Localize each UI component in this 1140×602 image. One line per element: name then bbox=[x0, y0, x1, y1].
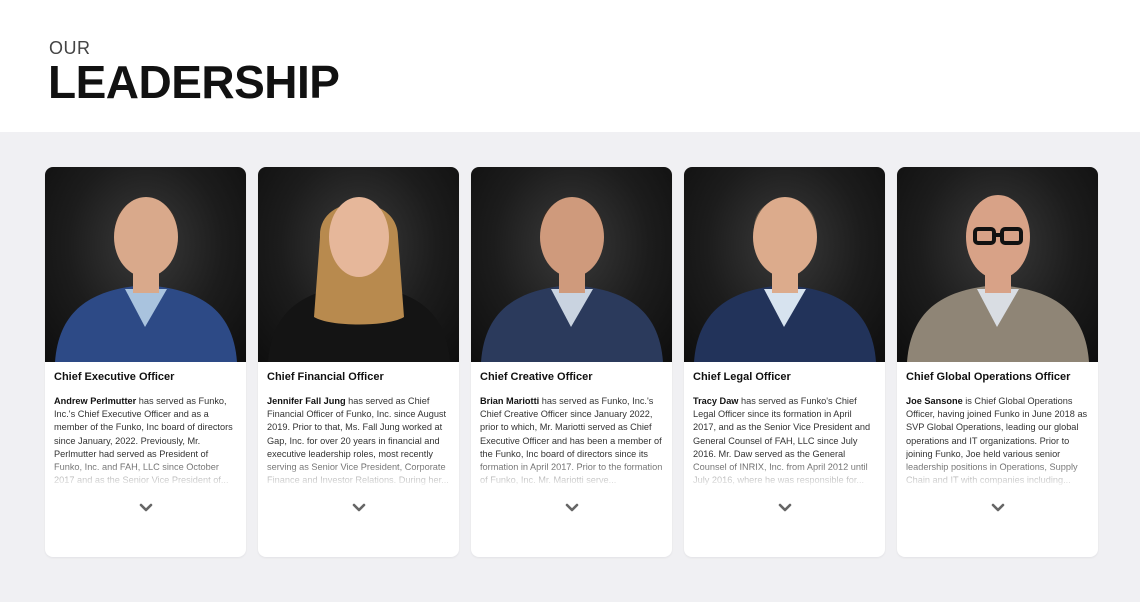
leader-card: Chief Legal Officer Tracy Daw has served… bbox=[684, 167, 885, 557]
page-title: LEADERSHIP bbox=[48, 56, 340, 108]
portrait-graphic bbox=[55, 197, 237, 362]
portrait-graphic bbox=[481, 197, 663, 362]
bio-fade bbox=[258, 457, 459, 493]
chevron-down-icon[interactable] bbox=[776, 501, 794, 515]
leadership-cards: Chief Executive Officer Andrew Perlmutte… bbox=[45, 167, 1098, 557]
leader-name: Jennifer Fall Jung bbox=[267, 396, 346, 406]
leader-photo bbox=[897, 167, 1098, 362]
leader-card: Chief Executive Officer Andrew Perlmutte… bbox=[45, 167, 246, 557]
chevron-down-icon[interactable] bbox=[563, 501, 581, 515]
leader-name: Joe Sansone bbox=[906, 396, 963, 406]
portrait-graphic bbox=[268, 197, 450, 362]
leader-photo bbox=[258, 167, 459, 362]
portrait-graphic bbox=[907, 195, 1089, 362]
leader-role: Chief Global Operations Officer bbox=[906, 371, 1071, 383]
leader-card: Chief Global Operations Officer Joe Sans… bbox=[897, 167, 1098, 557]
leader-photo bbox=[471, 167, 672, 362]
portrait-graphic bbox=[694, 197, 876, 362]
leader-name: Tracy Daw bbox=[693, 396, 739, 406]
leader-card: Chief Creative Officer Brian Mariotti ha… bbox=[471, 167, 672, 557]
page-header: OUR LEADERSHIP bbox=[0, 0, 1140, 132]
leader-name: Brian Mariotti bbox=[480, 396, 540, 406]
leader-photo bbox=[45, 167, 246, 362]
bio-fade bbox=[684, 457, 885, 493]
chevron-down-icon[interactable] bbox=[989, 501, 1007, 515]
leader-role: Chief Executive Officer bbox=[54, 371, 175, 383]
bio-fade bbox=[45, 457, 246, 493]
chevron-down-icon[interactable] bbox=[137, 501, 155, 515]
leader-role: Chief Financial Officer bbox=[267, 371, 384, 383]
leader-role: Chief Creative Officer bbox=[480, 371, 593, 383]
leader-card: Chief Financial Officer Jennifer Fall Ju… bbox=[258, 167, 459, 557]
leader-photo bbox=[684, 167, 885, 362]
leader-name: Andrew Perlmutter bbox=[54, 396, 137, 406]
bio-fade bbox=[471, 457, 672, 493]
bio-fade bbox=[897, 457, 1098, 493]
leader-role: Chief Legal Officer bbox=[693, 371, 791, 383]
chevron-down-icon[interactable] bbox=[350, 501, 368, 515]
